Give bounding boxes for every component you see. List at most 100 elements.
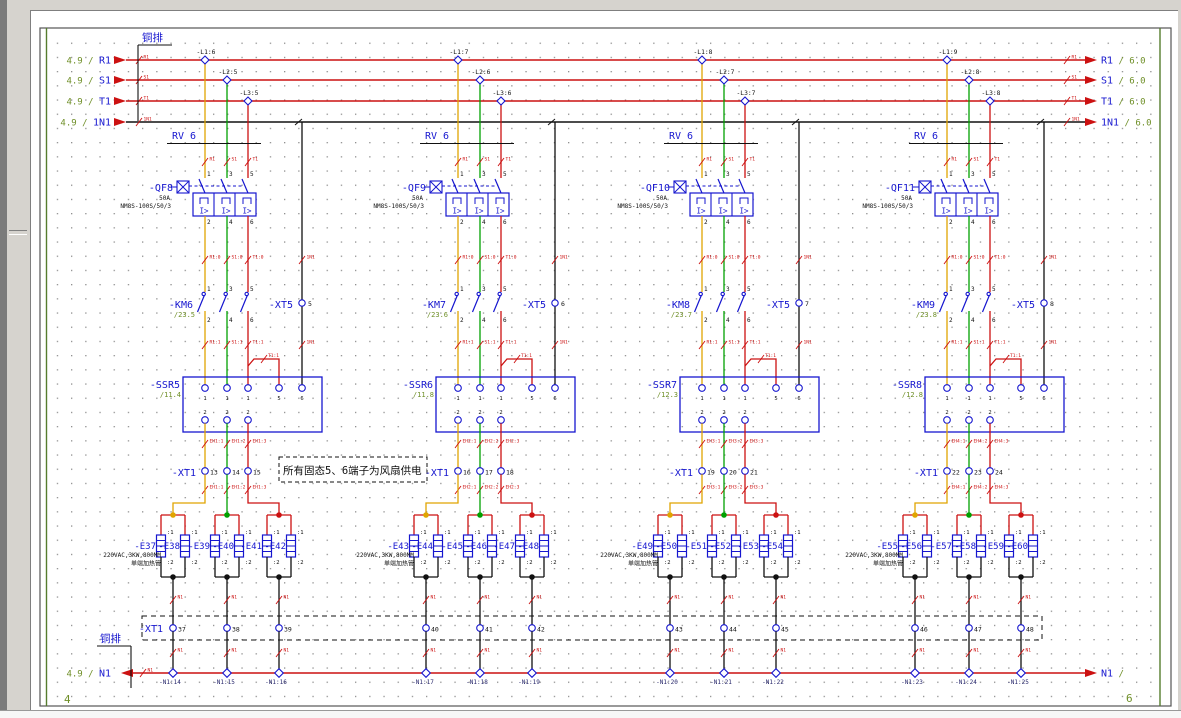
svg-text:2: 2 — [478, 410, 481, 416]
svg-text:2: 2 — [988, 410, 991, 416]
svg-text:EH1:1: EH1:1 — [210, 485, 224, 491]
svg-text:40: 40 — [431, 626, 439, 634]
svg-text::2: :2 — [297, 560, 304, 566]
svg-text:R1: R1 — [1072, 55, 1078, 61]
svg-text:NM8S-100S/50/3: NM8S-100S/50/3 — [373, 203, 424, 210]
svg-text:T1:1: T1:1 — [253, 340, 264, 346]
svg-text::2: :2 — [718, 560, 725, 566]
svg-text:44: 44 — [729, 626, 737, 634]
svg-text::1: :1 — [273, 530, 280, 536]
svg-text:I>: I> — [963, 207, 973, 216]
svg-text:5: 5 — [747, 171, 751, 178]
svg-text:2: 2 — [207, 219, 211, 226]
svg-text:S1:0: S1:0 — [232, 255, 243, 261]
svg-text:R1: R1 — [707, 157, 713, 163]
svg-text:N1: N1 — [920, 648, 926, 654]
svg-text:I>: I> — [452, 207, 462, 216]
svg-text:4.9 / 1N1: 4.9 / 1N1 — [60, 118, 111, 129]
svg-text:EH3:3: EH3:3 — [750, 439, 764, 445]
svg-text:2: 2 — [246, 410, 249, 416]
svg-text:EH3:2: EH3:2 — [729, 439, 743, 445]
svg-text:EH1:2: EH1:2 — [232, 439, 246, 445]
svg-text:6: 6 — [797, 396, 800, 402]
svg-text:-E50: -E50 — [655, 542, 677, 552]
svg-text:/12.3: /12.3 — [657, 391, 678, 399]
cad-window: 464.9 / R1R1 / 6.0R1R14.9 / S1S1 / 6.0S1… — [0, 0, 1181, 718]
svg-text:T1:1: T1:1 — [765, 353, 776, 359]
svg-text:S1: S1 — [1072, 75, 1078, 81]
svg-text:2: 2 — [700, 410, 703, 416]
svg-text::1: :1 — [167, 530, 174, 536]
svg-text:6: 6 — [300, 396, 303, 402]
svg-text:S1:1: S1:1 — [485, 340, 496, 346]
svg-text:N1: N1 — [537, 595, 543, 601]
svg-text:1: 1 — [203, 396, 206, 402]
svg-text:T1 / 6.0: T1 / 6.0 — [1101, 97, 1146, 108]
svg-text:-XT1: -XT1 — [914, 468, 938, 479]
svg-text:-E37: -E37 — [134, 542, 156, 552]
svg-text:T1: T1 — [506, 157, 512, 163]
svg-text:-N1:19: -N1:19 — [518, 679, 540, 686]
svg-text:-E51: -E51 — [685, 542, 707, 552]
svg-text:1N1: 1N1 — [560, 255, 569, 261]
svg-text::2: :2 — [688, 560, 695, 566]
svg-text:EH2:2: EH2:2 — [485, 485, 499, 491]
svg-text:5: 5 — [503, 286, 507, 293]
svg-text:N1: N1 — [148, 668, 154, 674]
svg-text:S1: S1 — [144, 75, 150, 81]
svg-text:RV 6: RV 6 — [172, 131, 196, 142]
svg-text::2: :2 — [933, 560, 940, 566]
svg-text:EH4:3: EH4:3 — [995, 439, 1009, 445]
svg-text:单端加热管: 单端加热管 — [384, 560, 414, 568]
svg-text::1: :1 — [444, 530, 451, 536]
svg-text:3: 3 — [726, 171, 730, 178]
svg-text:NM8S-100S/50/3: NM8S-100S/50/3 — [862, 203, 913, 210]
svg-text:-QF9: -QF9 — [402, 183, 426, 194]
svg-text:-XT5: -XT5 — [1011, 300, 1035, 311]
svg-text:I>: I> — [199, 207, 209, 216]
svg-text:I>: I> — [242, 207, 252, 216]
svg-text:EH2:1: EH2:1 — [463, 439, 477, 445]
svg-text:1N1 / 6.0: 1N1 / 6.0 — [1101, 118, 1152, 129]
svg-text:-L1:9: -L1:9 — [939, 49, 958, 56]
svg-text:-N1:16: -N1:16 — [265, 679, 287, 686]
svg-text:S1:1: S1:1 — [729, 340, 740, 346]
svg-text:2: 2 — [743, 410, 746, 416]
schematic-canvas[interactable]: 464.9 / R1R1 / 6.0R1R14.9 / S1S1 / 6.0S1… — [0, 0, 1181, 718]
svg-text::2: :2 — [191, 560, 198, 566]
svg-text:-N1:17: -N1:17 — [412, 679, 434, 686]
svg-text:/23.7: /23.7 — [671, 311, 692, 319]
svg-text:6: 6 — [250, 317, 254, 324]
svg-text:-L3:8: -L3:8 — [982, 90, 1001, 97]
svg-text:8: 8 — [1050, 300, 1054, 308]
svg-text:R1 / 6.0: R1 / 6.0 — [1101, 56, 1146, 67]
svg-text:1: 1 — [460, 171, 464, 178]
svg-text:1: 1 — [704, 286, 708, 293]
svg-text:2: 2 — [203, 410, 206, 416]
svg-text::1: :1 — [987, 530, 994, 536]
svg-text:50A: 50A — [656, 195, 667, 202]
svg-text::1: :1 — [474, 530, 481, 536]
svg-text:2: 2 — [460, 219, 464, 226]
svg-text:-SSR6: -SSR6 — [403, 380, 433, 391]
svg-text:EH2:3: EH2:3 — [506, 439, 520, 445]
svg-text:N1: N1 — [1026, 648, 1032, 654]
svg-text:4: 4 — [971, 219, 975, 226]
svg-text:4: 4 — [482, 317, 486, 324]
svg-text:-E55: -E55 — [876, 542, 898, 552]
svg-text:17: 17 — [485, 469, 493, 477]
svg-text:-E60: -E60 — [1006, 542, 1028, 552]
svg-text::1: :1 — [420, 530, 427, 536]
svg-text:NM8S-100S/50/3: NM8S-100S/50/3 — [120, 203, 171, 210]
svg-text:1: 1 — [225, 396, 228, 402]
svg-text:21: 21 — [750, 469, 758, 477]
svg-text:R1:0: R1:0 — [707, 255, 718, 261]
svg-text:3: 3 — [229, 286, 233, 293]
svg-text:N1: N1 — [485, 595, 491, 601]
svg-text:4: 4 — [971, 317, 975, 324]
svg-text:N1: N1 — [920, 595, 926, 601]
svg-text::2: :2 — [474, 560, 481, 566]
svg-text:-KM6: -KM6 — [169, 300, 193, 311]
svg-text:-SSR7: -SSR7 — [647, 380, 677, 391]
svg-text:1N1: 1N1 — [307, 255, 316, 261]
